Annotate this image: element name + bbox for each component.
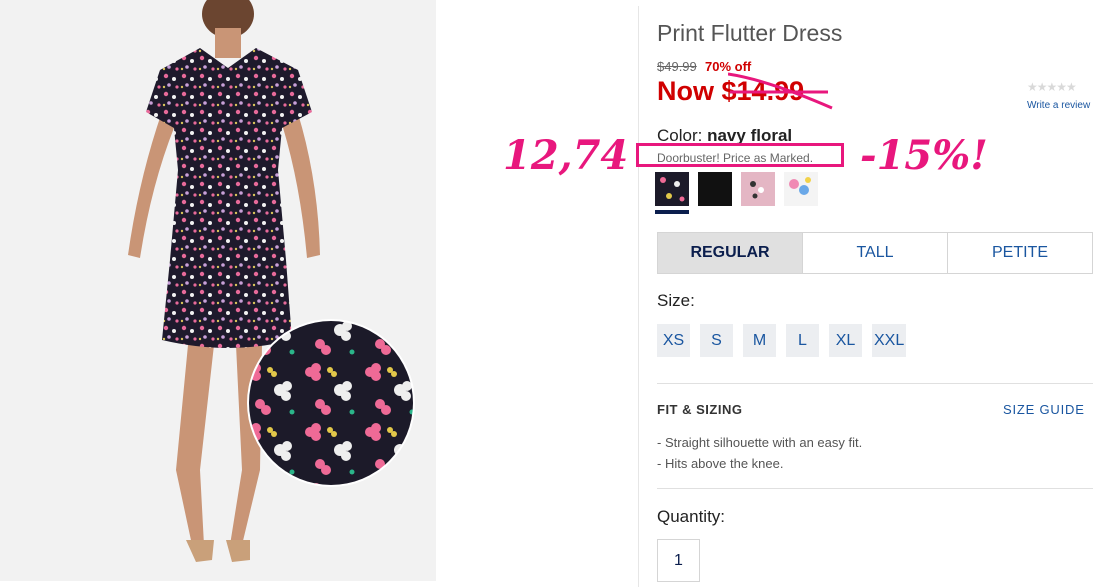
annotation-discount: -15%!	[860, 132, 988, 179]
swatch-black[interactable]	[698, 172, 732, 206]
product-image[interactable]	[0, 0, 436, 581]
sale-price-prefix: Now	[657, 76, 714, 106]
fit-tabs: REGULAR TALL PETITE	[657, 232, 1093, 274]
divider	[657, 383, 1093, 384]
size-l-button[interactable]: L	[786, 324, 819, 357]
rating-stars: ★★★★★	[1027, 80, 1077, 94]
product-title: Print Flutter Dress	[657, 20, 843, 46]
size-xs-button[interactable]: XS	[657, 324, 690, 357]
fit-details-list: Straight silhouette with an easy fit. Hi…	[657, 432, 862, 474]
list-item: Hits above the knee.	[657, 453, 862, 474]
size-options: XS S M L XL XXL	[657, 324, 916, 357]
quantity-field[interactable]: 1	[657, 539, 700, 582]
fit-sizing-heading: FIT & SIZING	[657, 402, 743, 417]
write-review-link[interactable]: Write a review	[1027, 100, 1090, 111]
tab-petite[interactable]: PETITE	[948, 233, 1092, 273]
price-strike-annotation	[728, 72, 833, 110]
dress-model-illustration	[128, 0, 415, 562]
list-item: Straight silhouette with an easy fit.	[657, 432, 862, 453]
size-xxl-button[interactable]: XXL	[872, 324, 907, 357]
tab-tall[interactable]: TALL	[803, 233, 948, 273]
divider	[657, 488, 1093, 489]
swatch-pink-floral[interactable]	[741, 172, 775, 206]
size-s-button[interactable]: S	[700, 324, 733, 357]
quantity-label: Quantity:	[657, 507, 726, 526]
size-m-button[interactable]: M	[743, 324, 776, 357]
size-xl-button[interactable]: XL	[829, 324, 862, 357]
promo-highlight-box	[636, 143, 844, 167]
annotation-price: 12,74	[503, 132, 629, 179]
tab-regular[interactable]: REGULAR	[658, 233, 803, 273]
size-guide-link[interactable]: SIZE GUIDE	[1003, 402, 1085, 417]
color-swatches	[655, 172, 825, 217]
swatch-white-floral[interactable]	[784, 172, 818, 206]
size-label: Size:	[657, 291, 695, 310]
column-divider	[638, 6, 639, 587]
swatch-navy-floral[interactable]	[655, 172, 689, 206]
swatch-selected-indicator	[655, 210, 689, 214]
original-price: $49.99	[657, 59, 697, 74]
